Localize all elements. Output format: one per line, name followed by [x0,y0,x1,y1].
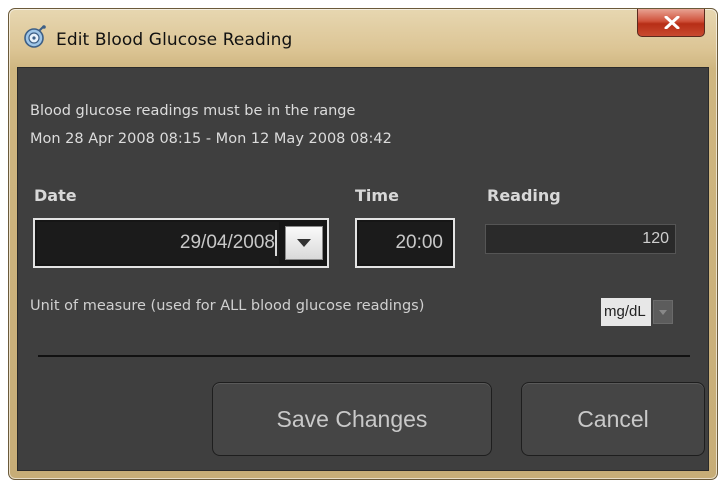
window-title: Edit Blood Glucose Reading [56,30,293,50]
date-input[interactable] [37,222,279,264]
unit-of-measure-select[interactable]: mg/dL [601,298,674,326]
dialog-window: Edit Blood Glucose Reading Blood glucose… [8,8,718,480]
reading-input[interactable] [486,225,675,253]
unit-dropdown-button[interactable] [653,300,673,324]
chevron-down-icon [659,310,667,315]
date-dropdown-button[interactable] [285,226,323,260]
date-label: Date [34,186,77,205]
glucose-meter-icon [23,25,46,48]
divider [38,355,690,357]
chevron-down-icon [297,239,311,247]
cancel-button[interactable]: Cancel [521,382,705,456]
time-label: Time [355,186,399,205]
unit-of-measure-label: Unit of measure (used for ALL blood gluc… [30,298,425,314]
title-bar[interactable]: Edit Blood Glucose Reading [9,9,717,67]
text-caret [275,230,277,256]
range-info-line2: Mon 28 Apr 2008 08:15 - Mon 12 May 2008 … [30,131,392,147]
close-button[interactable] [637,9,705,37]
save-changes-button[interactable]: Save Changes [212,382,492,456]
reading-label: Reading [487,186,561,205]
date-combobox[interactable] [33,218,329,268]
range-info-line1: Blood glucose readings must be in the ra… [30,103,356,119]
close-x-icon [664,16,680,29]
time-input[interactable] [359,222,451,264]
reading-field[interactable] [485,224,676,254]
time-field[interactable] [355,218,455,268]
dialog-content: Blood glucose readings must be in the ra… [17,67,709,471]
unit-selected-value[interactable]: mg/dL [601,298,651,326]
